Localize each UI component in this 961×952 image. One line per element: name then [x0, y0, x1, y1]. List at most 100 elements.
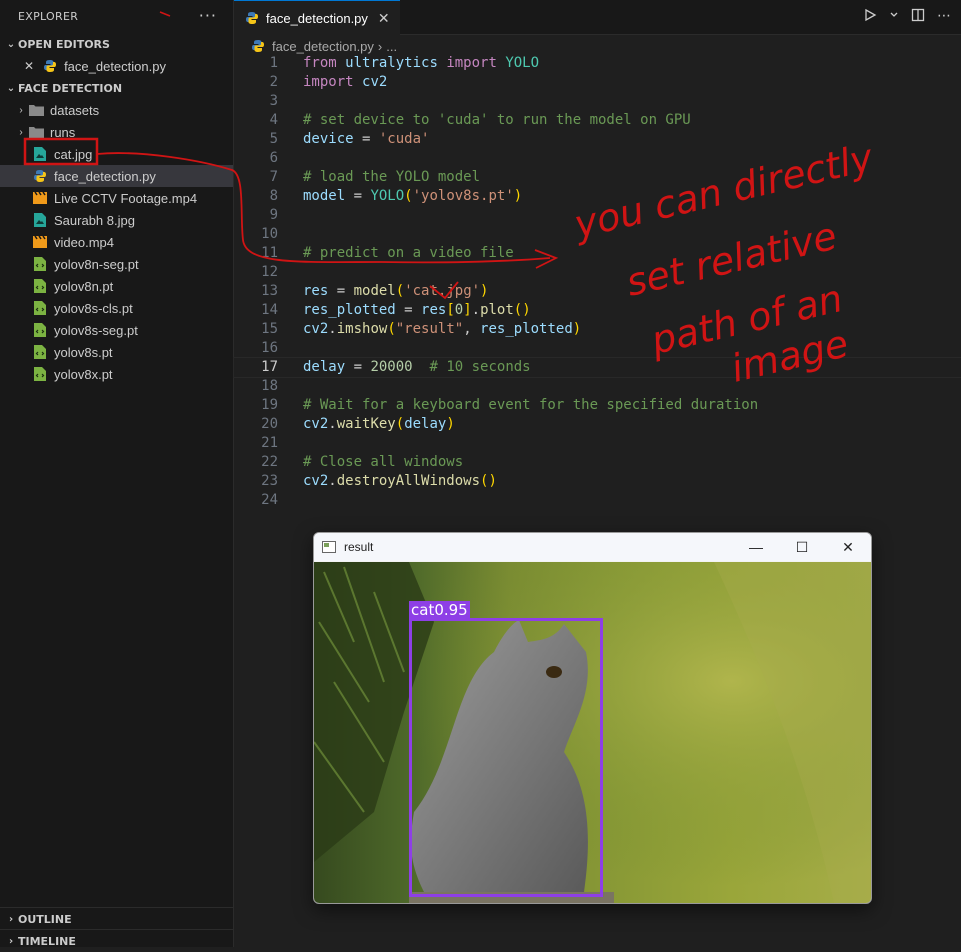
code-line[interactable]: 12: [234, 263, 961, 282]
chevron-right-icon: ›: [19, 126, 23, 138]
timeline-section[interactable]: › TIMELINE: [0, 930, 233, 952]
line-number: 21: [261, 435, 278, 451]
line-number: 6: [269, 150, 278, 166]
tree-item-model[interactable]: yolov8s-seg.pt: [0, 319, 233, 341]
chevron-right-icon: ›: [8, 913, 14, 925]
outline-section[interactable]: › OUTLINE: [0, 908, 233, 930]
code-line[interactable]: 21: [234, 434, 961, 453]
code-line[interactable]: 16: [234, 339, 961, 358]
code-line[interactable]: 24: [234, 491, 961, 510]
file-tree: › datasets › runs cat.jpg face_detection…: [0, 99, 233, 385]
editor-actions: ⋯: [863, 8, 951, 26]
tree-item-label: Live CCTV Footage.mp4: [54, 190, 198, 206]
result-window-titlebar[interactable]: result — ☐ ✕: [314, 533, 871, 561]
code-editor[interactable]: 1 from ultralytics import YOLO 2 import cv2…: [233, 54, 961, 510]
tree-item-model[interactable]: yolov8s-cls.pt: [0, 297, 233, 319]
folder-icon: [28, 102, 44, 118]
maximize-button[interactable]: ☐: [779, 533, 825, 561]
close-button[interactable]: ✕: [825, 533, 871, 561]
result-window[interactable]: result — ☐ ✕ cat0.95: [313, 532, 872, 904]
line-number: 24: [261, 492, 278, 508]
tree-item-model[interactable]: yolov8n-seg.pt: [0, 253, 233, 275]
code-line[interactable]: 19 # Wait for a keyboard event for the sp…: [234, 396, 961, 415]
more-actions-icon[interactable]: ⋯: [937, 8, 951, 26]
tree-item-label: yolov8n-seg.pt: [54, 256, 139, 272]
tree-item-saurabh-jpg[interactable]: Saurabh 8.jpg: [0, 209, 233, 231]
code-line[interactable]: 23 cv2.destroyAllWindows(): [234, 472, 961, 491]
model-file-icon: [32, 278, 48, 294]
code-line[interactable]: 11 # predict on a video file: [234, 244, 961, 263]
code-line[interactable]: 4 # set device to 'cuda' to run the model…: [234, 111, 961, 130]
line-number: 2: [269, 74, 278, 90]
open-editor-item[interactable]: ✕ face_detection.py: [0, 55, 233, 77]
tree-item-label: datasets: [50, 102, 100, 118]
code-line[interactable]: 1 from ultralytics import YOLO: [234, 54, 961, 73]
line-number: 17: [261, 359, 278, 375]
model-file-icon: [32, 322, 48, 338]
tree-item-face-detection-py[interactable]: face_detection.py: [0, 165, 233, 187]
model-file-icon: [32, 300, 48, 316]
code-line[interactable]: 17 delay = 20000 # 10 seconds: [233, 357, 961, 378]
project-label: FACE DETECTION: [18, 81, 123, 95]
line-number: 13: [261, 283, 278, 299]
line-number: 19: [261, 397, 278, 413]
python-file-icon: [250, 38, 266, 54]
tree-item-label: Saurabh 8.jpg: [54, 212, 135, 228]
tree-item-live-cctv[interactable]: Live CCTV Footage.mp4: [0, 187, 233, 209]
code-line[interactable]: 22 # Close all windows: [234, 453, 961, 472]
code-line[interactable]: 15 cv2.imshow("result", res_plotted): [234, 320, 961, 339]
line-text: import cv2: [303, 74, 388, 90]
code-line[interactable]: 10: [234, 225, 961, 244]
video-file-icon: [32, 190, 48, 206]
line-number: 5: [269, 131, 278, 147]
image-file-icon: [32, 146, 48, 162]
code-line[interactable]: 20 cv2.waitKey(delay): [234, 415, 961, 434]
open-editor-label: face_detection.py: [64, 58, 166, 74]
tree-item-video-mp4[interactable]: video.mp4: [0, 231, 233, 253]
line-text: cv2.destroyAllWindows(): [303, 473, 497, 489]
code-line[interactable]: 5 device = 'cuda': [234, 130, 961, 149]
tree-item-model[interactable]: yolov8n.pt: [0, 275, 233, 297]
timeline-label: TIMELINE: [18, 934, 76, 948]
window-app-icon: [322, 541, 336, 553]
code-line[interactable]: 9: [234, 206, 961, 225]
line-text: # set device to 'cuda' to run the model …: [303, 112, 691, 128]
code-line[interactable]: 3: [234, 92, 961, 111]
code-line[interactable]: 14 res_plotted = res[0].plot(): [234, 301, 961, 320]
tree-item-cat-jpg[interactable]: cat.jpg: [0, 143, 233, 165]
close-icon[interactable]: ✕: [378, 10, 390, 27]
code-line[interactable]: 18: [234, 377, 961, 396]
code-line[interactable]: 6: [234, 149, 961, 168]
breadcrumb-symbols[interactable]: ...: [386, 39, 397, 54]
split-editor-icon[interactable]: [911, 8, 925, 26]
tree-item-runs[interactable]: › runs: [0, 121, 233, 143]
code-line[interactable]: 8 model = YOLO('yolov8s.pt'): [234, 187, 961, 206]
code-line[interactable]: 7 # load the YOLO model: [234, 168, 961, 187]
tree-item-model[interactable]: yolov8x.pt: [0, 363, 233, 385]
model-file-icon: [32, 256, 48, 272]
minimize-button[interactable]: —: [733, 533, 779, 561]
tree-item-datasets[interactable]: › datasets: [0, 99, 233, 121]
open-editors-label: OPEN EDITORS: [18, 37, 110, 51]
chevron-right-icon: ›: [8, 935, 14, 947]
more-actions-button[interactable]: ···: [199, 6, 217, 25]
tree-item-label: yolov8x.pt: [54, 366, 113, 382]
line-text: delay = 20000 # 10 seconds: [303, 359, 531, 375]
video-file-icon: [32, 234, 48, 250]
explorer-sidebar: EXPLORER ··· ⌄ OPEN EDITORS ✕ face_detec…: [0, 0, 234, 948]
tree-item-label: yolov8n.pt: [54, 278, 114, 294]
chevron-down-icon[interactable]: [889, 8, 899, 26]
line-text: device = 'cuda': [303, 131, 430, 147]
window-controls: — ☐ ✕: [733, 533, 871, 561]
open-editors-section[interactable]: ⌄ OPEN EDITORS: [0, 33, 233, 55]
code-line[interactable]: 2 import cv2: [234, 73, 961, 92]
line-text: # predict on a video file: [303, 245, 514, 261]
project-section[interactable]: ⌄ FACE DETECTION: [0, 77, 233, 99]
run-icon[interactable]: [863, 8, 877, 26]
breadcrumb-file[interactable]: face_detection.py: [272, 39, 374, 54]
code-line[interactable]: 13 res = model('cat.jpg'): [234, 282, 961, 301]
tab-face-detection[interactable]: face_detection.py ✕: [234, 0, 400, 35]
close-icon[interactable]: ✕: [24, 59, 34, 73]
tree-item-model[interactable]: yolov8s.pt: [0, 341, 233, 363]
explorer-header: EXPLORER ···: [0, 0, 233, 33]
